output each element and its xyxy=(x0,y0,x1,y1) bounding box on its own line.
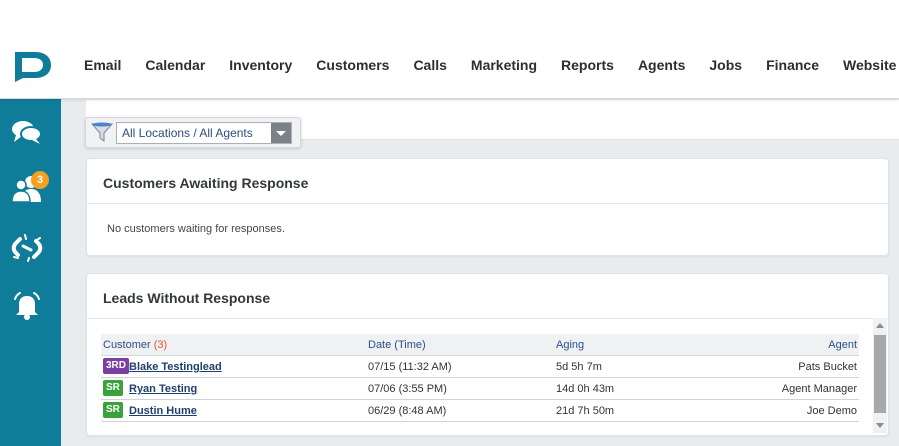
table-row[interactable]: 3RD Blake Testinglead 07/15 (11:32 AM) 5… xyxy=(101,356,859,378)
nav-website[interactable]: Website xyxy=(843,56,896,74)
col-customer[interactable]: Customer (3) xyxy=(103,339,167,351)
select-value: All Locations / All Agents xyxy=(122,126,253,140)
top-navigation-bar: Email Calendar Inventory Customers Calls… xyxy=(0,0,899,99)
panel-title: Leads Without Response xyxy=(103,290,271,306)
agent-cell: Agent Manager xyxy=(781,383,857,395)
col-aging[interactable]: Aging xyxy=(556,339,584,351)
nav-reports[interactable]: Reports xyxy=(561,56,614,74)
customer-count: (3) xyxy=(153,339,168,351)
customer-link[interactable]: Ryan Testing xyxy=(129,383,197,395)
unlink-icon[interactable] xyxy=(10,233,44,263)
scroll-down-icon[interactable] xyxy=(873,418,887,432)
table-row[interactable]: SR Dustin Hume 06/29 (8:48 AM) 21d 7h 50… xyxy=(101,400,859,422)
nav-marketing[interactable]: Marketing xyxy=(471,56,537,74)
left-sidebar: 3 xyxy=(0,99,61,446)
nav-finance[interactable]: Finance xyxy=(766,56,819,74)
leads-without-response-panel: Leads Without Response Customer (3) Date… xyxy=(86,273,889,436)
funnel-icon xyxy=(91,122,113,142)
main-nav: Email Calendar Inventory Customers Calls… xyxy=(84,56,899,74)
col-agent[interactable]: Agent xyxy=(828,339,857,351)
divider xyxy=(87,203,888,204)
lead-source-badge: SR xyxy=(103,402,123,418)
leads-table: Customer (3) Date (Time) Aging Agent 3RD… xyxy=(101,334,859,422)
location-agent-select[interactable]: All Locations / All Agents xyxy=(116,122,292,144)
nav-calls[interactable]: Calls xyxy=(413,56,446,74)
agent-cell: Joe Demo xyxy=(806,405,857,417)
date-cell: 07/06 (3:55 PM) xyxy=(368,383,447,395)
nav-inventory[interactable]: Inventory xyxy=(229,56,292,74)
notification-badge: 3 xyxy=(31,171,49,189)
vertical-scrollbar[interactable] xyxy=(873,318,887,433)
col-customer-label: Customer xyxy=(103,339,151,351)
nav-calendar[interactable]: Calendar xyxy=(145,56,205,74)
panel-title: Customers Awaiting Response xyxy=(103,175,309,191)
table-header: Customer (3) Date (Time) Aging Agent xyxy=(101,334,859,356)
aging-cell: 14d 0h 43m xyxy=(556,383,615,395)
nav-agents[interactable]: Agents xyxy=(638,56,685,74)
chat-icon[interactable] xyxy=(10,117,44,147)
app-logo[interactable] xyxy=(11,48,53,82)
nav-customers[interactable]: Customers xyxy=(316,56,389,74)
bell-icon[interactable] xyxy=(10,291,44,321)
empty-message: No customers waiting for responses. xyxy=(107,223,285,235)
location-agent-filter: All Locations / All Agents xyxy=(85,117,301,148)
date-cell: 07/15 (11:32 AM) xyxy=(368,361,452,373)
lead-source-badge: SR xyxy=(103,380,123,396)
customer-link[interactable]: Dustin Hume xyxy=(129,405,197,417)
nav-jobs[interactable]: Jobs xyxy=(709,56,742,74)
aging-cell: 5d 5h 7m xyxy=(556,361,602,373)
chevron-down-icon[interactable] xyxy=(271,123,291,143)
divider xyxy=(87,318,888,319)
scroll-thumb[interactable] xyxy=(874,335,886,413)
table-row[interactable]: SR Ryan Testing 07/06 (3:55 PM) 14d 0h 4… xyxy=(101,378,859,400)
col-date[interactable]: Date (Time) xyxy=(368,339,426,351)
nav-email[interactable]: Email xyxy=(84,56,121,74)
date-cell: 06/29 (8:48 AM) xyxy=(368,405,447,417)
agent-cell: Pats Bucket xyxy=(798,361,857,373)
scroll-up-icon[interactable] xyxy=(873,318,887,332)
lead-source-badge: 3RD xyxy=(103,358,130,374)
awaiting-response-panel: Customers Awaiting Response No customers… xyxy=(86,158,889,256)
customer-link[interactable]: Blake Testinglead xyxy=(129,361,222,373)
aging-cell: 21d 7h 50m xyxy=(556,405,615,417)
